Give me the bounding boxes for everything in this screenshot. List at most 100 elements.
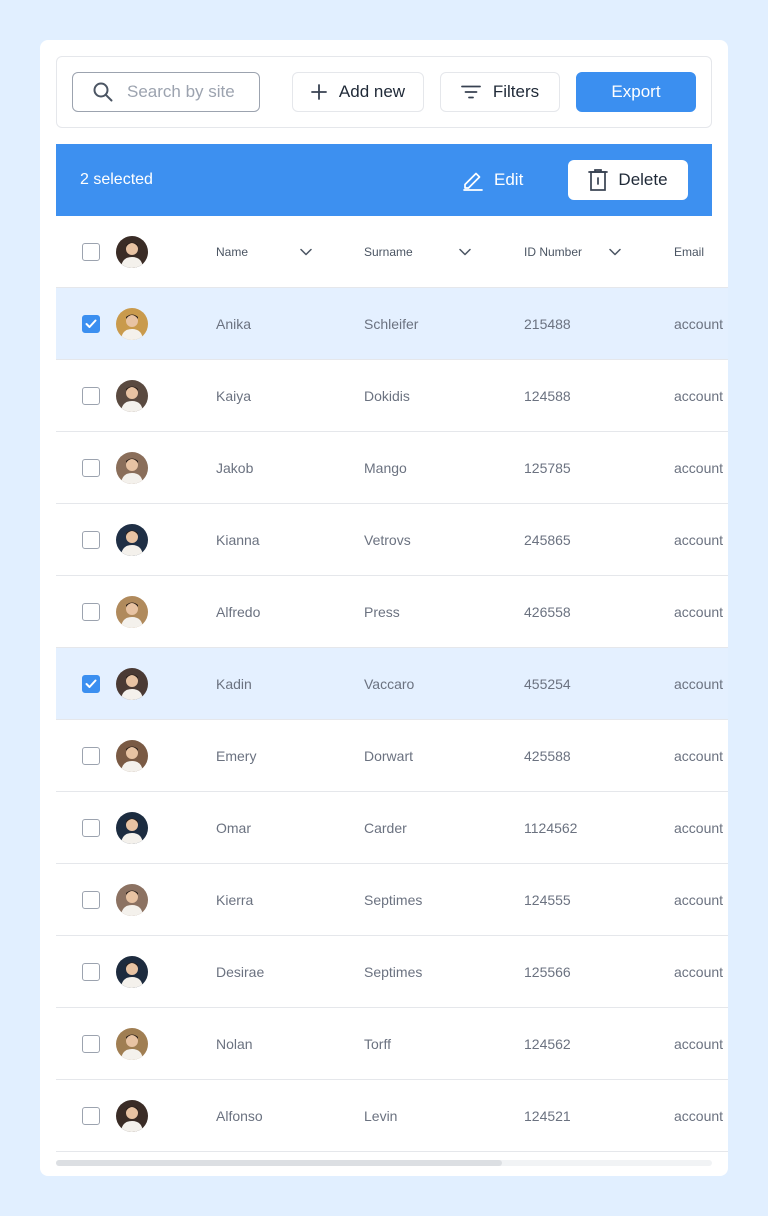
cell-id-number: 124562 — [524, 1036, 571, 1052]
cell-id-number: 124555 — [524, 892, 571, 908]
row-checkbox[interactable] — [82, 891, 100, 909]
cell-name: Anika — [216, 316, 252, 332]
cell-email: account — [674, 1036, 724, 1052]
cell-id-number: 215488 — [524, 316, 571, 332]
row-checkbox[interactable] — [82, 1107, 100, 1125]
cell-surname: Dokidis — [364, 388, 410, 404]
plus-icon — [311, 84, 327, 100]
avatar — [116, 1028, 148, 1060]
cell-id-number: 455254 — [524, 676, 571, 692]
delete-button[interactable]: Delete — [568, 160, 688, 200]
row-checkbox[interactable] — [82, 315, 100, 333]
check-icon — [85, 319, 97, 328]
cell-name: Kaiya — [216, 388, 252, 404]
table-row[interactable]: Kadin Vaccaro 455254 account — [56, 648, 728, 720]
cell-id-number: 245865 — [524, 532, 571, 548]
table-row[interactable]: Omar Carder 1124562 account — [56, 792, 728, 864]
selection-bar: 2 selected Edit Delete — [56, 144, 712, 216]
chevron-down-icon[interactable] — [300, 216, 312, 288]
table-row[interactable]: Anika Schleifer 215488 account — [56, 288, 728, 360]
table-row[interactable]: Alfonso Levin 124521 account — [56, 1080, 728, 1152]
cell-surname: Vaccaro — [364, 676, 415, 692]
delete-label: Delete — [618, 170, 668, 189]
avatar — [116, 308, 148, 340]
cell-name: Jakob — [216, 460, 254, 476]
users-table-card: Add new Filters Export 2 selected Edit — [40, 40, 728, 1176]
avatar — [116, 380, 148, 412]
cell-surname: Torff — [364, 1036, 391, 1052]
cell-surname: Levin — [364, 1108, 398, 1124]
select-all-checkbox[interactable] — [82, 243, 100, 261]
edit-button[interactable]: Edit — [462, 160, 523, 200]
cell-id-number: 124588 — [524, 388, 571, 404]
avatar — [116, 812, 148, 844]
selected-count: 2 selected — [80, 171, 153, 188]
cell-id-number: 124521 — [524, 1108, 571, 1124]
cell-surname: Septimes — [364, 964, 423, 980]
row-checkbox[interactable] — [82, 819, 100, 837]
cell-id-number: 125566 — [524, 964, 571, 980]
avatar — [116, 452, 148, 484]
pencil-icon — [463, 172, 483, 191]
table-body: Anika Schleifer 215488 account Kaiya Dokidis 1… — [56, 288, 728, 1152]
cell-email: account — [674, 532, 724, 548]
horizontal-scrollbar[interactable] — [56, 1160, 712, 1166]
header-avatar — [116, 236, 148, 268]
export-button[interactable]: Export — [576, 72, 696, 112]
cell-id-number: 426558 — [524, 604, 571, 620]
filter-icon — [460, 85, 481, 99]
cell-surname: Dorwart — [364, 748, 414, 764]
column-header-surname[interactable]: Surname — [364, 216, 413, 288]
cell-surname: Press — [364, 604, 400, 620]
filters-button[interactable]: Filters — [440, 72, 560, 112]
search-input[interactable] — [127, 82, 247, 102]
cell-surname: Schleifer — [364, 316, 419, 332]
row-checkbox[interactable] — [82, 747, 100, 765]
table-row[interactable]: Kierra Septimes 124555 account — [56, 864, 728, 936]
row-checkbox[interactable] — [82, 675, 100, 693]
column-header-id[interactable]: ID Number — [524, 216, 582, 288]
cell-id-number: 125785 — [524, 460, 571, 476]
add-new-button[interactable]: Add new — [292, 72, 424, 112]
cell-email: account — [674, 676, 724, 692]
cell-email: account — [674, 604, 724, 620]
cell-name: Omar — [216, 820, 251, 836]
table-header-row: Name Surname ID Number Email — [56, 216, 728, 288]
avatar — [116, 884, 148, 916]
row-checkbox[interactable] — [82, 1035, 100, 1053]
chevron-down-icon[interactable] — [609, 216, 621, 288]
scrollbar-thumb[interactable] — [56, 1160, 502, 1166]
trash-icon — [588, 169, 609, 191]
column-header-name[interactable]: Name — [216, 216, 248, 288]
row-checkbox[interactable] — [82, 387, 100, 405]
table-row[interactable]: Jakob Mango 125785 account — [56, 432, 728, 504]
users-table: Name Surname ID Number Email Anika Schlei… — [56, 216, 728, 1152]
cell-surname: Mango — [364, 460, 407, 476]
cell-email: account — [674, 892, 724, 908]
table-row[interactable]: Emery Dorwart 425588 account — [56, 720, 728, 792]
avatar — [116, 956, 148, 988]
avatar — [116, 668, 148, 700]
cell-email: account — [674, 964, 724, 980]
cell-name: Emery — [216, 748, 257, 764]
column-header-email[interactable]: Email — [674, 216, 728, 288]
table-row[interactable]: Kianna Vetrovs 245865 account — [56, 504, 728, 576]
row-checkbox[interactable] — [82, 531, 100, 549]
edit-label: Edit — [494, 170, 524, 189]
filters-label: Filters — [492, 82, 540, 101]
cell-name: Desirae — [216, 964, 265, 980]
export-label: Export — [611, 82, 661, 101]
cell-surname: Vetrovs — [364, 532, 411, 548]
table-row[interactable]: Nolan Torff 124562 account — [56, 1008, 728, 1080]
row-checkbox[interactable] — [82, 603, 100, 621]
cell-name: Nolan — [216, 1036, 253, 1052]
row-checkbox[interactable] — [82, 963, 100, 981]
table-row[interactable]: Alfredo Press 426558 account — [56, 576, 728, 648]
chevron-down-icon[interactable] — [459, 216, 471, 288]
table-row[interactable]: Kaiya Dokidis 124588 account — [56, 360, 728, 432]
cell-surname: Septimes — [364, 892, 423, 908]
table-row[interactable]: Desirae Septimes 125566 account — [56, 936, 728, 1008]
cell-name: Kianna — [216, 532, 260, 548]
search-box[interactable] — [72, 72, 260, 112]
row-checkbox[interactable] — [82, 459, 100, 477]
